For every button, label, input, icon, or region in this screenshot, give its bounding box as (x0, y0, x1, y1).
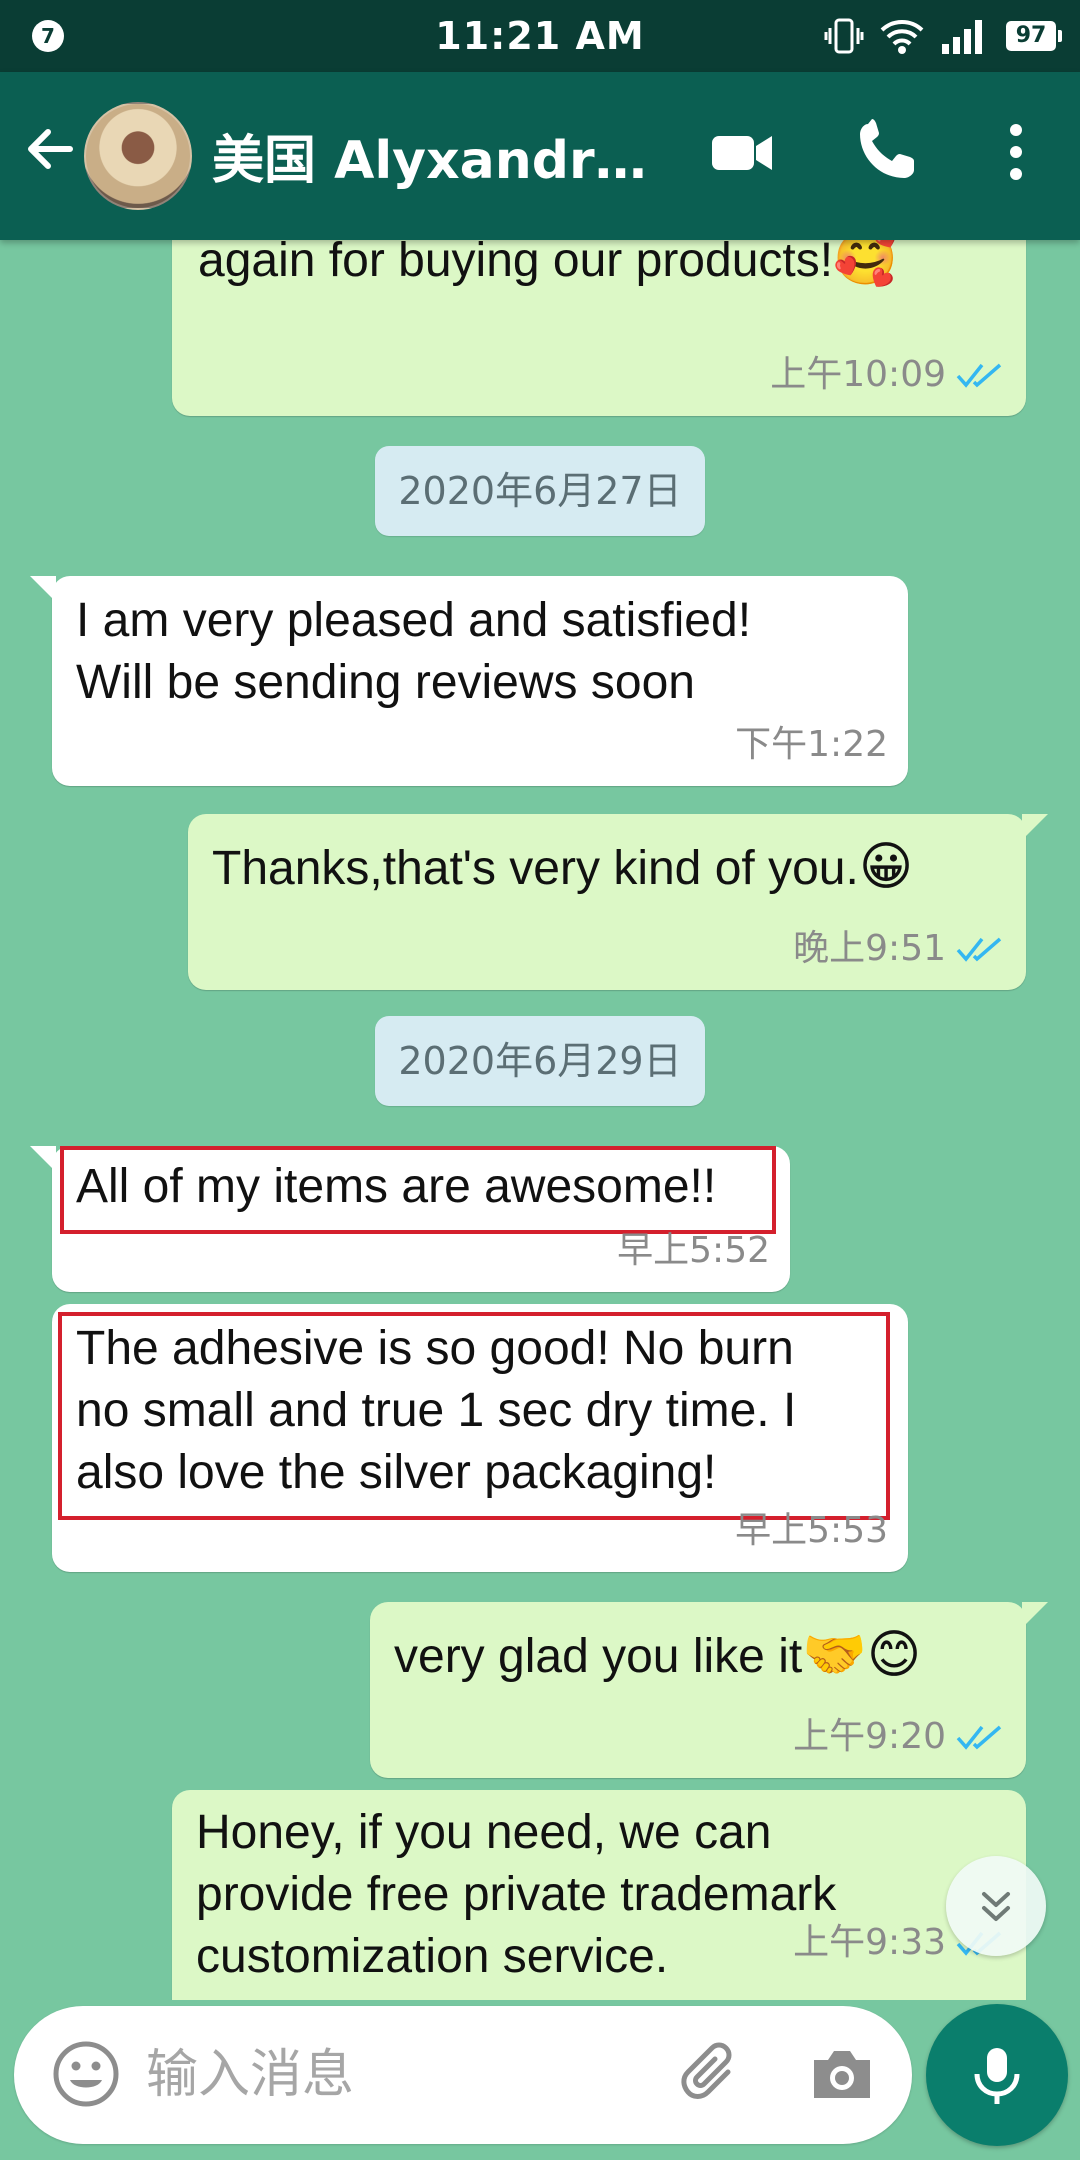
scroll-down-icon (982, 1892, 1010, 1921)
vibrate-icon (824, 18, 864, 54)
back-arrow-icon[interactable] (20, 120, 78, 178)
attach-icon[interactable] (674, 2036, 750, 2112)
camera-icon[interactable] (804, 2036, 880, 2112)
message-meta: 晚上9:51 (793, 918, 1006, 980)
chat-messages[interactable]: We will improve it. Thank you again for … (0, 240, 1080, 2000)
message-outgoing[interactable]: very glad you like it🤝😊 上午9:20 (370, 1602, 1048, 1778)
message-emoji: 🤝😊 (802, 1626, 922, 1684)
message-time: 早上5:52 (617, 1230, 770, 1271)
read-ticks-icon (956, 937, 1002, 962)
read-ticks-icon (956, 363, 1002, 388)
message-outgoing[interactable]: Honey, if you need, we can provide free … (172, 1790, 1026, 2000)
chat-header: 美国 Alyxandra R... (0, 72, 1080, 240)
read-ticks-icon (956, 1725, 1002, 1750)
contact-name[interactable]: 美国 Alyxandra R... (212, 118, 672, 193)
message-time: 晚上9:51 (793, 928, 946, 969)
more-vert-icon[interactable] (980, 116, 1052, 188)
message-time: 下午1:22 (735, 724, 888, 765)
mic-icon (974, 2048, 1020, 2104)
status-bar: 7 11:21 AM 97 (0, 0, 1080, 72)
date-separator: 2020年6月27日 (375, 446, 705, 536)
message-incoming[interactable]: The adhesive is so good! No burn no smal… (52, 1304, 908, 1572)
message-emoji: 🥰 (833, 240, 898, 288)
mic-button[interactable] (926, 2004, 1068, 2146)
message-meta: 上午10:09 (770, 344, 1006, 406)
highlight-box (58, 1312, 890, 1520)
phone-icon[interactable] (850, 116, 922, 188)
signal-icon (942, 20, 982, 54)
message-emoji: 😀 (858, 838, 914, 896)
message-meta: 下午1:22 (735, 714, 888, 776)
message-input[interactable] (144, 2034, 668, 2116)
message-outgoing[interactable]: We will improve it. Thank you again for … (172, 240, 1026, 416)
message-meta: 上午9:20 (793, 1706, 1006, 1768)
message-meta: 早上5:52 (617, 1220, 770, 1282)
message-text: very glad you like it (394, 1630, 803, 1683)
date-separator: 2020年6月29日 (375, 1016, 705, 1106)
message-composer (14, 2006, 912, 2144)
wifi-icon (880, 20, 924, 54)
message-time: 上午9:33 (793, 1922, 946, 1963)
message-time: 上午9:20 (793, 1716, 946, 1757)
status-icons: 97 (824, 14, 1062, 58)
emoji-icon[interactable] (48, 2036, 124, 2112)
message-incoming[interactable]: I am very pleased and satisfied! Will be… (30, 576, 908, 786)
message-text: Thanks,that's very kind of you. (212, 842, 859, 895)
scroll-down-button[interactable] (946, 1856, 1046, 1956)
message-text: We will improve it. Thank you again for … (198, 240, 834, 287)
message-text: I am very pleased and satisfied! Will be… (76, 594, 752, 709)
contact-avatar[interactable] (84, 102, 192, 210)
message-meta: 早上5:53 (735, 1500, 888, 1562)
battery-indicator: 97 (1006, 21, 1062, 51)
message-time: 早上5:53 (735, 1510, 888, 1551)
message-time: 上午10:09 (770, 354, 946, 395)
message-incoming[interactable]: All of my items are awesome!! 早上5:52 (30, 1146, 790, 1292)
video-call-icon[interactable] (706, 116, 778, 188)
message-outgoing[interactable]: Thanks,that's very kind of you.😀 晚上9:51 (188, 814, 1048, 990)
